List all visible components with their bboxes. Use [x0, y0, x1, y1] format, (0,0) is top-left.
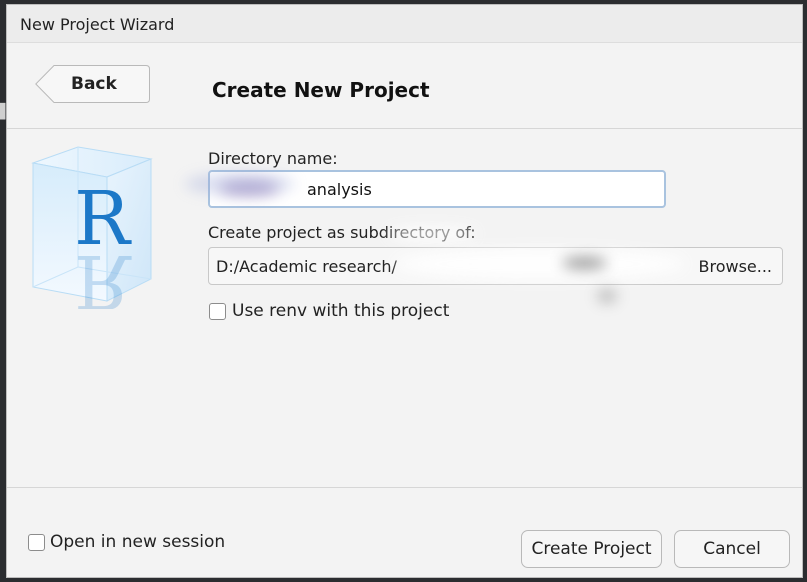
subdirectory-label: Create project as subdirectory of: — [208, 223, 476, 242]
browse-button[interactable]: Browse... — [698, 257, 772, 276]
wizard-content: R R Directory name: Create project as su… — [7, 129, 802, 487]
new-project-wizard-window: New Project Wizard Back Create New Proje… — [6, 4, 803, 578]
page-title: Create New Project — [212, 78, 430, 102]
wizard-footer: Open in new session Create Project Cance… — [7, 487, 802, 577]
directory-name-label: Directory name: — [208, 149, 338, 168]
parent-directory-path: D:/Academic research/ — [216, 257, 397, 276]
cancel-button[interactable]: Cancel — [674, 530, 790, 568]
redaction-blur — [597, 289, 617, 303]
title-bar: New Project Wizard — [7, 5, 802, 43]
renv-checkbox[interactable] — [209, 303, 226, 320]
r-cube-logo-icon: R R — [31, 146, 153, 309]
background-window-fragment: ▌ — [0, 104, 11, 120]
back-button-label: Back — [71, 74, 117, 94]
directory-name-input[interactable] — [208, 170, 666, 208]
back-button[interactable]: Back — [35, 65, 150, 103]
create-project-button[interactable]: Create Project — [521, 530, 662, 568]
open-new-session-label: Open in new session — [50, 532, 226, 552]
window-title: New Project Wizard — [20, 15, 175, 34]
wizard-header: Back Create New Project — [7, 43, 802, 129]
svg-text:R: R — [74, 238, 132, 309]
parent-directory-field: D:/Academic research/ Browse... — [208, 247, 783, 285]
renv-checkbox-label: Use renv with this project — [232, 301, 450, 321]
open-new-session-checkbox[interactable] — [28, 534, 45, 551]
